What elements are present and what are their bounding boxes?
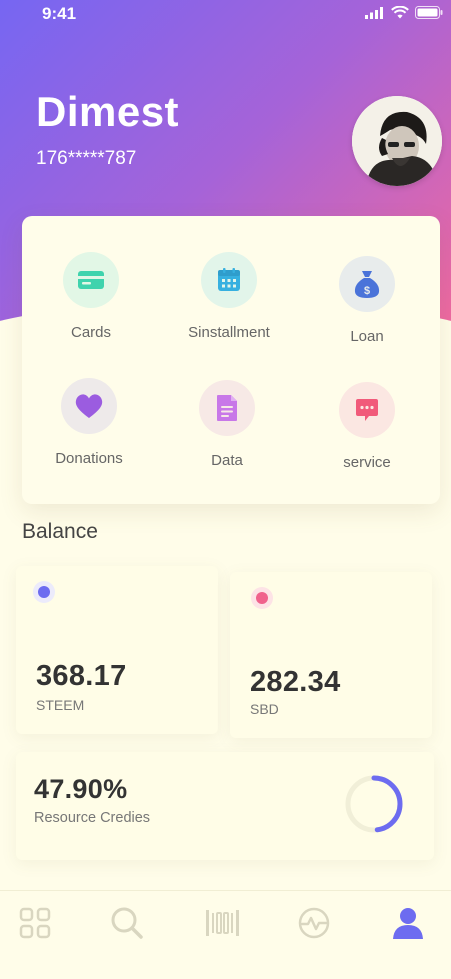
status-icons (365, 6, 443, 19)
steem-value: 368.17 (36, 660, 127, 692)
menu-item-service[interactable]: service (302, 382, 432, 471)
chat-icon (356, 399, 378, 421)
services-menu-card: Cards Sinstallment $ Loan Donations Data… (22, 216, 440, 504)
bottom-tab-bar (0, 890, 451, 979)
avatar-photo-icon (352, 96, 442, 186)
profile-phone: 176*****787 (36, 148, 137, 169)
search-icon (111, 907, 143, 939)
menu-item-cards[interactable]: Cards (26, 252, 156, 341)
menu-label: Data (211, 452, 243, 469)
tab-scan[interactable] (202, 903, 242, 943)
resource-label: Resource Credies (34, 810, 151, 826)
menu-label: Loan (350, 328, 384, 345)
grid-icon (19, 907, 51, 939)
service-icon-circle (339, 382, 395, 438)
tab-search[interactable] (107, 903, 147, 943)
resource-value: 47.90% (34, 774, 128, 804)
status-bar: 9:41 (0, 0, 451, 28)
activity-icon (298, 907, 330, 939)
menu-item-data[interactable]: Data (162, 380, 292, 469)
steem-balance-card[interactable]: 368.17 STEEM (16, 566, 218, 734)
resource-credits-card[interactable]: 47.90% Resource Credies (16, 752, 434, 860)
steem-unit: STEEM (36, 697, 85, 713)
tab-activity[interactable] (294, 903, 334, 943)
menu-item-donations[interactable]: Donations (24, 378, 154, 467)
data-icon-circle (199, 380, 255, 436)
signal-icon (365, 6, 383, 19)
profile-name: Dimest (36, 88, 180, 135)
sinstallment-icon-circle (201, 252, 257, 308)
menu-label: service (343, 454, 391, 471)
app-screen: 9:41 Dimest 176*****787 Cards Sinstallme… (0, 0, 451, 979)
barcode-icon (206, 910, 239, 936)
tab-profile[interactable] (388, 903, 428, 943)
donations-icon-circle (61, 378, 117, 434)
status-time: 9:41 (42, 4, 77, 23)
cards-icon-circle (63, 252, 119, 308)
svg-text:$: $ (364, 285, 370, 297)
balance-title: Balance (22, 520, 98, 543)
menu-item-sinstallment[interactable]: Sinstallment (164, 252, 294, 341)
sbd-unit: SBD (250, 701, 279, 717)
loan-icon-circle: $ (339, 256, 395, 312)
sbd-value: 282.34 (250, 666, 341, 698)
menu-label: Donations (55, 450, 123, 467)
steem-dot-icon (38, 586, 50, 598)
calendar-icon (218, 268, 240, 291)
tab-home[interactable] (15, 903, 55, 943)
card-icon (78, 271, 104, 289)
sbd-dot-icon (256, 592, 268, 604)
battery-icon (415, 6, 443, 19)
resource-progress-ring (345, 775, 403, 833)
menu-label: Sinstallment (188, 324, 270, 341)
user-icon (393, 908, 423, 939)
heart-icon (75, 394, 103, 418)
menu-label: Cards (70, 324, 111, 341)
menu-item-loan[interactable]: $ Loan (302, 256, 432, 345)
avatar[interactable] (352, 96, 442, 186)
document-icon (217, 395, 237, 421)
money-bag-icon: $ (354, 271, 380, 298)
sbd-balance-card[interactable]: 282.34 SBD (230, 572, 432, 738)
wifi-icon (391, 6, 409, 19)
